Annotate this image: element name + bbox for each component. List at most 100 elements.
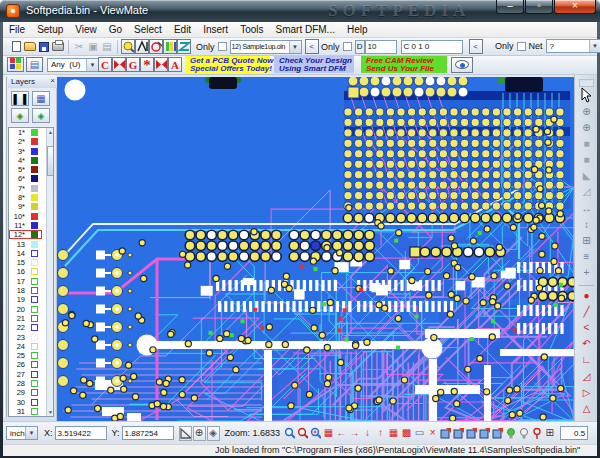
layer-color-swatch[interactable] bbox=[31, 399, 38, 406]
menu-item-go[interactable]: Go bbox=[103, 22, 128, 37]
frame-button[interactable]: ▭ bbox=[413, 426, 426, 441]
clear-button[interactable]: C bbox=[98, 57, 112, 72]
dcode-filter-combo[interactable]: Any (U)▼ bbox=[47, 58, 99, 72]
angle-measure-button[interactable] bbox=[179, 426, 192, 441]
menu-item-help[interactable]: Help bbox=[341, 22, 374, 37]
layer-color-swatch[interactable] bbox=[31, 268, 38, 275]
right-tool-14[interactable]: < bbox=[584, 321, 590, 337]
layer-color-swatch[interactable] bbox=[31, 194, 38, 201]
layers-scrollbar[interactable]: ▲ ▼ bbox=[46, 128, 53, 416]
right-tool-9[interactable]: ≡ bbox=[584, 250, 590, 266]
y-coordinate-field[interactable]: 1.887254 bbox=[122, 426, 174, 440]
chevron-down-icon[interactable]: ▼ bbox=[25, 427, 37, 439]
delete-button[interactable]: × bbox=[426, 426, 439, 441]
layer-op-3-button[interactable] bbox=[465, 426, 478, 441]
layer-color-swatch[interactable] bbox=[31, 148, 38, 155]
right-tool-3[interactable]: ■ bbox=[583, 153, 589, 169]
layer-color-swatch[interactable] bbox=[31, 287, 38, 294]
toolbar-handle[interactable] bbox=[579, 79, 594, 87]
menu-item-smartdfm[interactable]: Smart DFM... bbox=[270, 22, 341, 37]
right-tool-10[interactable]: + bbox=[584, 266, 590, 282]
layer-color-swatch[interactable] bbox=[31, 222, 38, 229]
menu-item-view[interactable]: View bbox=[69, 22, 103, 37]
menu-item-tools[interactable]: Tools bbox=[234, 22, 269, 37]
maximize-button[interactable]: ▫ bbox=[525, 0, 553, 14]
pan-left-button[interactable]: ← bbox=[335, 426, 348, 441]
right-tool-12[interactable]: ● bbox=[583, 289, 589, 305]
highlight-button[interactable] bbox=[121, 39, 135, 54]
scroll-down-icon[interactable]: ▼ bbox=[47, 408, 54, 416]
layer-color-swatch[interactable] bbox=[31, 361, 38, 368]
flash-button[interactable] bbox=[112, 57, 126, 72]
right-tool-18[interactable]: ▷ bbox=[583, 386, 591, 402]
aperture-button[interactable]: A bbox=[168, 57, 182, 72]
right-tool-7[interactable]: ↕ bbox=[584, 218, 589, 234]
grid-button[interactable]: ▦ bbox=[322, 426, 335, 441]
chevron-down-icon[interactable]: ▼ bbox=[86, 59, 98, 71]
layers-list[interactable]: 1*2*3*4*5*6*7*8*9*10*11*12*1314151617181… bbox=[8, 127, 54, 417]
layer-down-button[interactable]: ◈ bbox=[32, 108, 50, 123]
origin-button[interactable]: ⊕ bbox=[193, 426, 206, 441]
star-button[interactable]: * bbox=[140, 57, 154, 72]
right-tool-15[interactable]: ↶ bbox=[582, 337, 590, 353]
layer-color-swatch[interactable] bbox=[31, 334, 38, 341]
mirror-button[interactable] bbox=[154, 57, 168, 72]
zigzag-button[interactable] bbox=[177, 39, 191, 54]
pan-up-button[interactable]: ↑ bbox=[374, 426, 387, 441]
layer-op-4-button[interactable] bbox=[478, 426, 491, 441]
copy-button[interactable]: ▣ bbox=[86, 39, 100, 54]
zoom-in-button[interactable] bbox=[309, 426, 322, 441]
layer-color-swatch[interactable] bbox=[31, 306, 38, 313]
scroll-up-icon[interactable]: ▲ bbox=[47, 128, 54, 136]
pan-down-button[interactable]: ↓ bbox=[361, 426, 374, 441]
unit-combo[interactable]: inch▼ bbox=[6, 426, 38, 440]
right-tool-13[interactable]: ╱ bbox=[583, 305, 589, 321]
step-prev-button[interactable]: ▦ bbox=[387, 426, 400, 441]
menu-item-file[interactable]: File bbox=[3, 22, 31, 37]
layer-color-swatch[interactable] bbox=[31, 175, 38, 182]
blocks-combo[interactable]: 12) Sample1up.oln▼ bbox=[230, 40, 302, 54]
measure-button[interactable] bbox=[135, 39, 149, 54]
highlight-on-button[interactable] bbox=[504, 426, 517, 441]
zoom-window-button[interactable] bbox=[283, 426, 296, 441]
only-checkbox-2[interactable] bbox=[343, 42, 352, 51]
layer-op-2-button[interactable] bbox=[452, 426, 465, 441]
back-button-1[interactable]: < bbox=[305, 39, 319, 54]
layer-up-button[interactable]: ◈ bbox=[11, 108, 29, 123]
layer-color-swatch[interactable] bbox=[31, 203, 38, 210]
menu-item-select[interactable]: Select bbox=[128, 22, 168, 37]
layer-color-swatch[interactable] bbox=[31, 250, 38, 257]
select-circle-button[interactable] bbox=[149, 39, 163, 54]
only-checkbox-3[interactable] bbox=[517, 42, 526, 51]
pad-view-button[interactable] bbox=[7, 57, 24, 72]
menu-item-edit[interactable]: Edit bbox=[168, 22, 197, 37]
gerber-button[interactable]: G bbox=[126, 57, 140, 72]
scroll-thumb[interactable] bbox=[47, 146, 54, 176]
right-tool-17[interactable]: ◿ bbox=[583, 370, 591, 386]
title-bar[interactable]: Softpedia.bin - ViewMate SOFTPEDIA – ▫ × bbox=[0, 0, 600, 22]
layer-color-swatch[interactable] bbox=[31, 380, 38, 387]
chevron-down-icon[interactable]: ▼ bbox=[289, 41, 301, 53]
back-button-2[interactable]: < bbox=[469, 39, 483, 54]
layer-color-swatch[interactable] bbox=[31, 213, 38, 220]
save-button[interactable] bbox=[37, 39, 51, 54]
right-tool-0[interactable]: ⊕ bbox=[582, 105, 590, 121]
right-tool-19[interactable]: △ bbox=[583, 402, 591, 418]
menu-item-setup[interactable]: Setup bbox=[31, 22, 69, 37]
layer-color-swatch[interactable] bbox=[31, 324, 38, 331]
menu-item-insert[interactable]: Insert bbox=[197, 22, 234, 37]
layer-op-5-button[interactable] bbox=[491, 426, 504, 441]
view-eye-button[interactable] bbox=[451, 57, 473, 73]
pcb-canvas[interactable] bbox=[57, 77, 574, 421]
right-tool-1[interactable]: ⊕ bbox=[582, 121, 590, 137]
layer-color-swatch[interactable] bbox=[31, 278, 38, 285]
right-tool-5[interactable]: ◿ bbox=[583, 185, 591, 201]
right-tool-6[interactable]: ↔ bbox=[582, 202, 592, 218]
layer-color-swatch[interactable] bbox=[31, 259, 38, 266]
minimize-button[interactable]: – bbox=[496, 0, 524, 14]
probe-button[interactable] bbox=[530, 426, 543, 441]
ad-banner-quote[interactable]: Get a PCB Quote NowSpecial Offers Today! bbox=[185, 56, 270, 73]
ad-banner-cam[interactable]: Free CAM ReviewSend Us Your File bbox=[361, 56, 447, 73]
marker-button[interactable]: ◈ bbox=[207, 426, 220, 441]
layer-stack-button[interactable]: ▤ bbox=[26, 57, 43, 72]
